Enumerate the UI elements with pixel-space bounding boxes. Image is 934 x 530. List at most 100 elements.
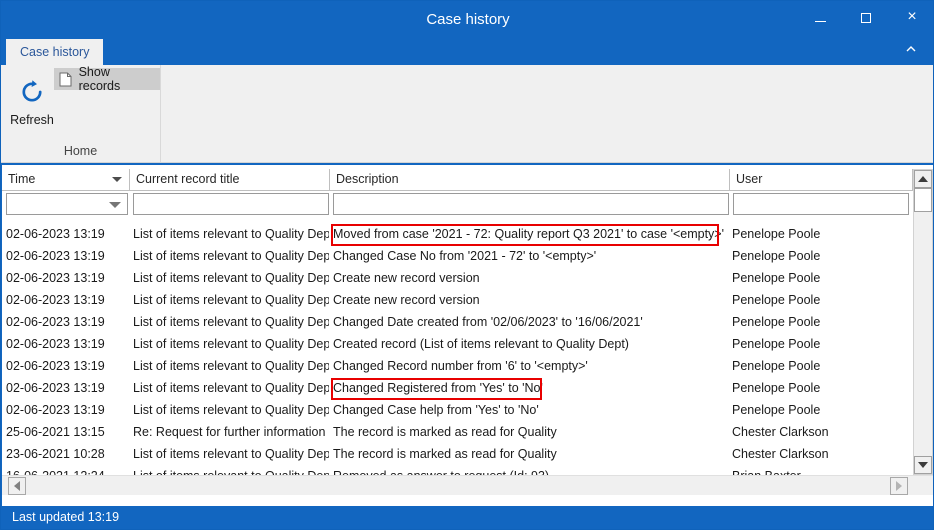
cell-title: List of items relevant to Quality Dept xyxy=(133,447,329,461)
table-row[interactable]: 02-06-2023 13:19 List of items relevant t… xyxy=(2,267,913,289)
cell-description: Changed Date created from '02/06/2023' t… xyxy=(333,315,643,329)
maximize-icon xyxy=(861,12,871,23)
cell-time: 02-06-2023 13:19 xyxy=(6,359,105,373)
cell-time: 02-06-2023 13:19 xyxy=(6,293,105,307)
title-bar[interactable]: Case history × xyxy=(1,1,933,39)
cell-user: Penelope Poole xyxy=(732,359,821,373)
tab-strip: Case history xyxy=(1,39,933,65)
table-row[interactable]: 02-06-2023 13:19 List of items relevant t… xyxy=(2,333,913,355)
refresh-button[interactable]: Refresh xyxy=(6,70,58,140)
cell-user: Penelope Poole xyxy=(732,315,821,329)
cell-description: Create new record version xyxy=(333,293,480,307)
sort-descending-icon xyxy=(112,177,122,182)
cell-title: List of items relevant to Quality Dept xyxy=(133,249,329,263)
chevron-down-icon xyxy=(109,202,121,208)
table-row[interactable]: 23-06-2021 10:28 List of items relevant t… xyxy=(2,443,913,465)
cell-title: List of items relevant to Quality Dept xyxy=(133,359,329,373)
cell-description: Changed Case help from 'Yes' to 'No' xyxy=(333,403,539,417)
window-title: Case history xyxy=(426,11,510,28)
refresh-label: Refresh xyxy=(10,113,54,127)
cell-title: List of items relevant to Quality Dept xyxy=(133,403,329,417)
status-gap xyxy=(2,495,933,506)
vertical-scrollbar[interactable] xyxy=(913,169,933,475)
ribbon: Refresh Show records Home xyxy=(1,65,933,163)
triangle-up-icon xyxy=(918,176,928,182)
scroll-up-button[interactable] xyxy=(914,170,932,188)
vertical-scrollbar-thumb[interactable] xyxy=(914,188,932,212)
triangle-left-icon xyxy=(14,481,20,491)
cell-time: 02-06-2023 13:19 xyxy=(6,227,105,241)
horizontal-scrollbar[interactable] xyxy=(2,475,933,495)
cell-time: 02-06-2023 13:19 xyxy=(6,403,105,417)
table-row[interactable]: 02-06-2023 13:19 List of items relevant t… xyxy=(2,399,913,421)
cell-user: Chester Clarkson xyxy=(732,425,829,439)
cell-time: 02-06-2023 13:19 xyxy=(6,249,105,263)
show-records-button[interactable]: Show records xyxy=(54,65,160,93)
table-row[interactable]: 02-06-2023 13:19 List of items relevant t… xyxy=(2,311,913,333)
cell-time: 23-06-2021 10:28 xyxy=(6,447,105,461)
cell-description: Changed Registered from 'Yes' to 'No' xyxy=(333,381,543,395)
cell-user: Penelope Poole xyxy=(732,249,821,263)
cell-time: 02-06-2023 13:19 xyxy=(6,315,105,329)
cell-title: List of items relevant to Quality Dept xyxy=(133,227,329,241)
table-row[interactable]: 02-06-2023 13:19 List of items relevant t… xyxy=(2,377,913,399)
column-header-description-label: Description xyxy=(336,172,399,186)
cell-user: Penelope Poole xyxy=(732,227,821,241)
table-row[interactable]: 25-06-2021 13:15 Re: Request for further … xyxy=(2,421,913,443)
triangle-down-icon xyxy=(918,462,928,468)
cell-title: List of items relevant to Quality Dept xyxy=(133,315,329,329)
scroll-left-button[interactable] xyxy=(8,477,26,495)
table-row[interactable]: 02-06-2023 13:19 List of items relevant t… xyxy=(2,245,913,267)
column-header-description[interactable]: Description xyxy=(330,169,730,190)
grid-body: 02-06-2023 13:19 List of items relevant t… xyxy=(2,223,913,478)
cell-description: Created record (List of items relevant t… xyxy=(333,337,629,351)
scroll-right-button[interactable] xyxy=(890,477,908,495)
tab-case-history[interactable]: Case history xyxy=(6,39,104,65)
close-button[interactable]: × xyxy=(889,1,933,33)
history-grid: Time Current record title Description Us… xyxy=(2,165,933,497)
column-header-user-label: User xyxy=(736,172,763,186)
status-bar: Last updated 13:19 xyxy=(2,506,933,528)
scroll-down-button[interactable] xyxy=(914,456,932,474)
ribbon-group-label-home: Home xyxy=(63,144,98,158)
cell-time: 02-06-2023 13:19 xyxy=(6,337,105,351)
cell-user: Chester Clarkson xyxy=(732,447,829,461)
cell-description: Changed Record number from '6' to '<empt… xyxy=(333,359,588,373)
table-row[interactable]: 02-06-2023 13:19 List of items relevant t… xyxy=(2,355,913,377)
cell-user: Penelope Poole xyxy=(732,271,821,285)
column-header-time[interactable]: Time xyxy=(2,169,130,190)
cell-title: List of items relevant to Quality Dept xyxy=(133,337,329,351)
grid-header-row: Time Current record title Description Us… xyxy=(2,169,913,191)
cell-time: 02-06-2023 13:19 xyxy=(6,381,105,395)
grid-filter-row xyxy=(2,193,913,219)
status-bar-text: Last updated 13:19 xyxy=(12,510,120,524)
column-header-user[interactable]: User xyxy=(730,169,913,190)
column-header-current-record-title-label: Current record title xyxy=(136,172,240,186)
cell-time: 25-06-2021 13:15 xyxy=(6,425,105,439)
cell-user: Penelope Poole xyxy=(732,293,821,307)
filter-time[interactable] xyxy=(6,193,128,215)
cell-time: 02-06-2023 13:19 xyxy=(6,271,105,285)
cell-description: Moved from case '2021 - 72: Quality repo… xyxy=(333,227,724,241)
table-row[interactable]: 02-06-2023 13:19 List of items relevant t… xyxy=(2,289,913,311)
filter-current-record-title[interactable] xyxy=(133,193,329,215)
minimize-button[interactable] xyxy=(797,1,843,33)
filter-user[interactable] xyxy=(733,193,909,215)
cell-title: List of items relevant to Quality Dept xyxy=(133,293,329,307)
cell-title: List of items relevant to Quality Dept xyxy=(133,271,329,285)
show-records-label: Show records xyxy=(78,65,121,93)
cell-title: Re: Request for further information 2 xyxy=(133,425,329,439)
cell-user: Penelope Poole xyxy=(732,403,821,417)
column-header-time-label: Time xyxy=(8,172,36,186)
cell-description: The record is marked as read for Quality xyxy=(333,447,557,461)
minimize-icon xyxy=(814,21,826,23)
filter-description[interactable] xyxy=(333,193,729,215)
table-row[interactable]: 02-06-2023 13:19 List of items relevant t… xyxy=(2,223,913,245)
column-header-current-record-title[interactable]: Current record title xyxy=(130,169,330,190)
cell-description: The record is marked as read for Quality xyxy=(333,425,557,439)
refresh-circular-arrow-icon xyxy=(6,70,58,110)
cell-description: Changed Case No from '2021 - 72' to '<em… xyxy=(333,249,597,263)
document-page-icon xyxy=(58,71,74,87)
cell-user: Penelope Poole xyxy=(732,381,821,395)
maximize-button[interactable] xyxy=(843,1,889,33)
